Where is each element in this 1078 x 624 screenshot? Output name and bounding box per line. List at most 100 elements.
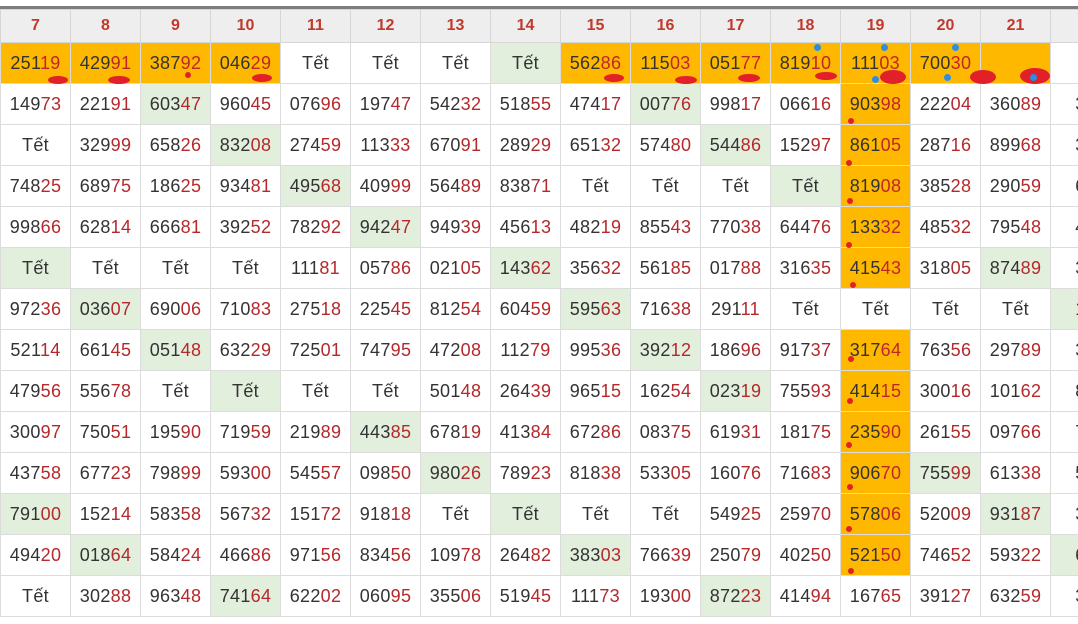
number-head: 149: [9, 93, 41, 114]
number-tail: 06: [180, 298, 202, 319]
number-head: 971: [289, 544, 321, 565]
result-cell: 94247: [350, 206, 421, 248]
number-tail: 62: [1020, 380, 1042, 401]
number-head: 413: [499, 421, 531, 442]
number-tail: 38: [740, 216, 762, 237]
result-cell: 99536: [560, 329, 631, 371]
number-tail: 19: [460, 421, 482, 442]
result-cell: 09850: [350, 452, 421, 494]
number-tail: 81: [180, 216, 202, 237]
number-head: 115: [640, 52, 670, 73]
number-head: 603: [149, 93, 181, 114]
result-cell: Tết: [840, 288, 911, 330]
number-tail: 73: [599, 585, 620, 606]
number-head: 670: [429, 134, 461, 155]
number-tail: 22: [1020, 544, 1042, 565]
result-cell: 65132: [560, 124, 631, 166]
result-cell: 28716: [910, 124, 981, 166]
result-cell: 30016: [910, 370, 981, 412]
number-tail: 64: [110, 544, 132, 565]
result-cell: 66681: [140, 206, 211, 248]
number-tail: 32: [600, 134, 622, 155]
number-tail: 51: [110, 421, 132, 442]
number-head: 949: [429, 216, 461, 237]
number-head: 414: [779, 585, 811, 606]
result-cell: 78923: [490, 452, 561, 494]
number-tail: 43: [880, 257, 902, 278]
number-head: 083: [639, 421, 671, 442]
result-cell: 94939: [420, 206, 491, 248]
result-cell: 33: [1050, 247, 1078, 289]
result-cell: 49568: [280, 165, 351, 207]
number-tail: 79: [740, 544, 762, 565]
number-tail: 10: [810, 52, 832, 73]
number-head: 690: [149, 298, 181, 319]
number-tail: 35: [810, 257, 832, 278]
results-table: 7891011121314151617181920212 25119429913…: [0, 9, 1078, 617]
result-cell: 47417: [560, 83, 631, 125]
number-head: 264: [499, 544, 531, 565]
number-tail: 16: [950, 134, 972, 155]
number-head: 584: [149, 544, 181, 565]
number-head: 066: [779, 93, 811, 114]
number-head: 632: [219, 339, 251, 360]
result-cell: [1050, 42, 1078, 84]
result-cell: 19300: [630, 575, 701, 617]
result-cell: 41415: [840, 370, 911, 412]
number-head: 316: [779, 257, 811, 278]
result-cell: 30097: [0, 411, 71, 453]
result-cell: 22545: [350, 288, 421, 330]
result-cell: 41494: [770, 575, 841, 617]
number-head: 861: [849, 134, 881, 155]
number-head: 021: [429, 257, 461, 278]
result-cell: 76356: [910, 329, 981, 371]
number-tail: 20: [40, 544, 62, 565]
result-cell: 75593: [770, 370, 841, 412]
number-head: 574: [639, 134, 671, 155]
number-tail: 16: [950, 380, 972, 401]
result-cell: 69006: [140, 288, 211, 330]
number-tail: 19: [39, 52, 61, 73]
result-cell: 87489: [980, 247, 1051, 289]
number-head: 111: [851, 52, 880, 73]
number-tail: 64: [250, 585, 272, 606]
number-tail: 28: [950, 175, 972, 196]
number-head: 261: [919, 421, 951, 442]
number-head: 297: [989, 339, 1021, 360]
result-cell: 60459: [490, 288, 561, 330]
column-header: 17: [700, 9, 771, 43]
table-row: 49420 01864 58424 46686 97156 83456 10978 26482…: [0, 534, 1078, 576]
result-cell: 16765: [840, 575, 911, 617]
result-cell: 99866: [0, 206, 71, 248]
table-row: Tết 30288 96348 74164 62202 06095 35506 51945 11…: [0, 575, 1078, 617]
number-tail: 04: [950, 93, 972, 114]
result-cell: 79100: [0, 493, 71, 535]
number-tail: 89: [1020, 339, 1042, 360]
result-cell: 44385: [350, 411, 421, 453]
result-cell: 05786: [350, 247, 421, 289]
result-cell: 06095: [350, 575, 421, 617]
number-tail: 00: [250, 462, 272, 483]
number-tail: 73: [40, 93, 62, 114]
number-tail: 11: [740, 298, 760, 319]
result-cell: 29111: [700, 288, 771, 330]
number-head: 101: [989, 380, 1021, 401]
result-cell: 81254: [420, 288, 491, 330]
number-head: 181: [779, 421, 811, 442]
number-head: 763: [919, 339, 951, 360]
number-tail: 75: [110, 175, 132, 196]
number-head: 152: [779, 134, 811, 155]
number-head: 666: [149, 216, 181, 237]
number-head: 741: [219, 585, 251, 606]
number-head: 197: [359, 93, 391, 114]
number-head: 725: [289, 339, 321, 360]
result-cell: 14362: [490, 247, 561, 289]
number-head: 018: [79, 544, 111, 565]
number-tail: 29: [250, 52, 272, 73]
number-tail: 86: [600, 421, 622, 442]
number-tail: 59: [320, 134, 342, 155]
number-head: 409: [359, 175, 391, 196]
number-head: 291: [711, 298, 741, 319]
result-cell: 38528: [910, 165, 981, 207]
result-cell: 05148: [140, 329, 211, 371]
